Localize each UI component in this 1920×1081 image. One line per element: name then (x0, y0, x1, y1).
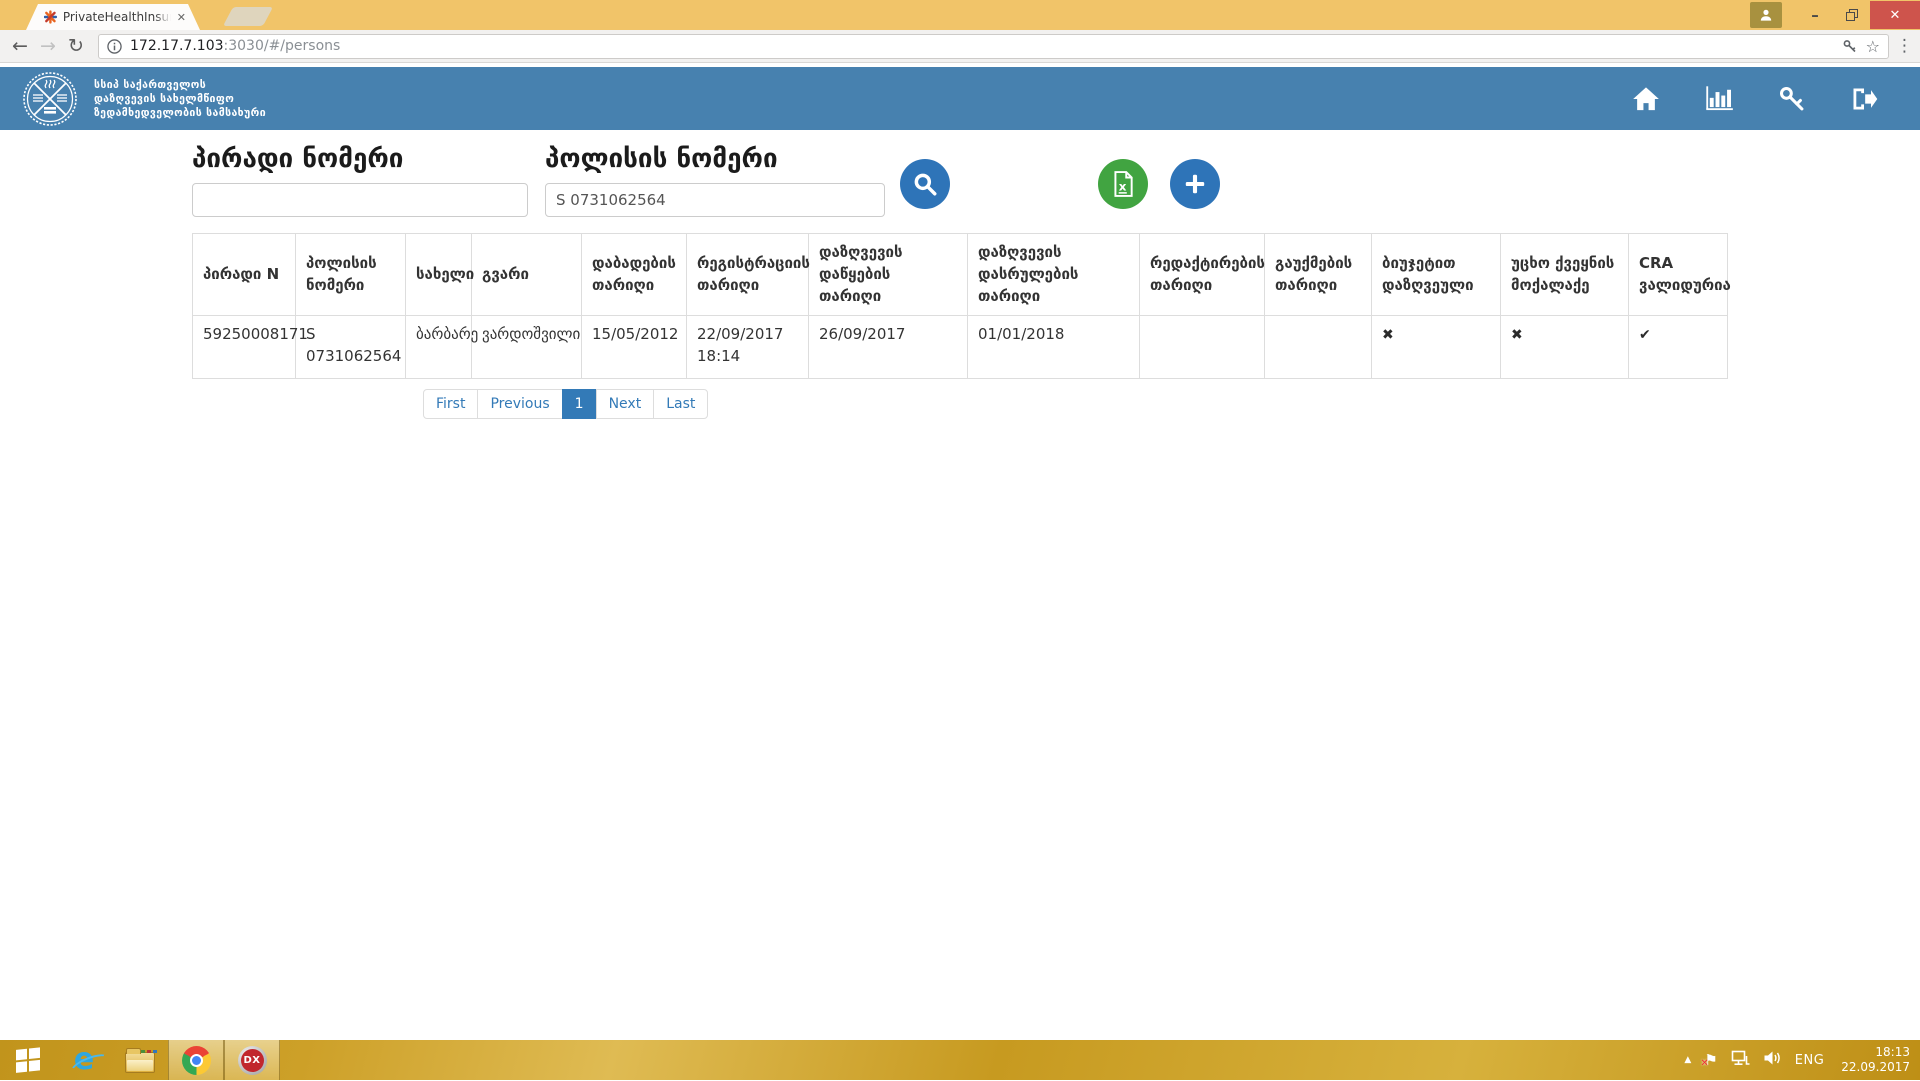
plus-icon (1182, 171, 1208, 197)
cell-cancel-date (1265, 316, 1372, 379)
policy-number-input[interactable] (545, 183, 885, 217)
clock-date: 22.09.2017 (1841, 1060, 1910, 1075)
person-icon (1759, 8, 1773, 22)
chrome-profile-button[interactable] (1750, 2, 1782, 28)
admin-key-icon[interactable] (1778, 86, 1806, 112)
table-row[interactable]: 59250008171 S 0731062564 ბარბარე ვარდოშვ… (193, 316, 1728, 379)
chrome-icon (182, 1046, 211, 1075)
col-cancel-date: გაუქმების თარიღი (1265, 234, 1372, 316)
svg-text:x: x (1119, 180, 1127, 194)
cell-insurance-start-date: 26/09/2017 (809, 316, 968, 379)
x-mark-icon: ✖ (1382, 327, 1394, 343)
col-insurance-end-date: დაზღვევის დასრულების თარიღი (968, 234, 1140, 316)
col-first-name: სახელი (406, 234, 472, 316)
browser-tab[interactable]: PrivateHealthInsuranceP ✕ (26, 4, 200, 30)
taskbar-file-explorer[interactable] (112, 1040, 168, 1080)
logout-icon[interactable] (1850, 86, 1878, 112)
taskbar-chrome[interactable] (168, 1040, 224, 1080)
network-icon[interactable] (1731, 1050, 1750, 1070)
taskbar-dx-app[interactable]: DX (224, 1040, 280, 1080)
col-cra-valid: CRA ვალიდურია (1629, 234, 1728, 316)
pagination: First Previous 1 Next Last (423, 389, 708, 419)
cell-policy-number: S 0731062564 (296, 316, 406, 379)
cell-last-name: ვარდოშვილი (472, 316, 582, 379)
cell-budget-insured: ✖ (1372, 316, 1501, 379)
web-page: სსიპ საქართველოს დაზღვევის სახელმწიფო ზე… (0, 64, 1920, 1040)
window-minimize-button[interactable]: – (1808, 6, 1822, 24)
cell-registration-date: 22/09/2017 18:14 (687, 316, 809, 379)
new-tab-button[interactable] (223, 7, 273, 26)
personal-number-input[interactable] (192, 183, 528, 217)
clock-time: 18:13 (1841, 1045, 1910, 1060)
favicon-asterisk-icon (44, 10, 57, 24)
windows-taskbar: e DX ▲ ⚑✕ ENG 18:13 22.09.2017 (0, 1040, 1920, 1080)
cell-birth-date: 15/05/2012 (582, 316, 687, 379)
chrome-menu-icon[interactable]: ⋮ (1896, 36, 1913, 56)
home-icon[interactable] (1632, 86, 1660, 112)
language-indicator[interactable]: ENG (1795, 1053, 1825, 1068)
excel-file-icon: x (1111, 171, 1135, 197)
refresh-button[interactable]: ↻ (62, 35, 90, 57)
statistics-chart-icon[interactable] (1704, 86, 1734, 112)
col-edit-date: რედაქტირების თარიღი (1140, 234, 1265, 316)
col-last-name: გვარი (472, 234, 582, 316)
org-logo (22, 71, 78, 127)
dx-app-icon: DX (238, 1046, 267, 1075)
cell-first-name: ბარბარე (406, 316, 472, 379)
col-policy-number: პოლისის ნომერი (296, 234, 406, 316)
col-registration-date: რეგისტრაციის თარიღი (687, 234, 809, 316)
export-excel-button[interactable]: x (1098, 159, 1148, 209)
policy-number-label: პოლისის ნომერი (545, 144, 778, 174)
personal-number-label: პირადი ნომერი (192, 144, 403, 174)
alert-x-icon: ✕ (1700, 1056, 1708, 1071)
system-tray: ▲ ⚑✕ ENG 18:13 22.09.2017 (1684, 1045, 1920, 1075)
browser-titlebar: PrivateHealthInsuranceP ✕ – ✕ (0, 0, 1920, 30)
password-key-icon[interactable] (1842, 38, 1858, 54)
cell-edit-date (1140, 316, 1265, 379)
action-center-flag-icon[interactable]: ⚑✕ (1704, 1053, 1717, 1068)
persons-table: პირადი N პოლისის ნომერი სახელი გვარი დაბ… (192, 233, 1728, 379)
address-bar[interactable]: 172.17.7.103:3030/#/persons ☆ (98, 34, 1889, 59)
volume-icon[interactable] (1763, 1050, 1782, 1070)
app-header: სსიპ საქართველოს დაზღვევის სახელმწიფო ზე… (0, 67, 1920, 130)
pagination-last[interactable]: Last (653, 389, 708, 419)
window-restore-button[interactable] (1846, 9, 1858, 21)
file-explorer-icon (125, 1052, 155, 1073)
windows-logo-icon (15, 1047, 41, 1073)
cell-foreign-citizen: ✖ (1501, 316, 1629, 379)
col-insurance-start-date: დაზღვევის დაწყების თარიღი (809, 234, 968, 316)
url-text: 172.17.7.103:3030/#/persons (130, 38, 1834, 54)
search-icon (912, 171, 938, 197)
table-header-row: პირადი N პოლისის ნომერი სახელი გვარი დაბ… (193, 234, 1728, 316)
col-budget-insured: ბიუჯეტით დაზღვეული (1372, 234, 1501, 316)
org-name: სსიპ საქართველოს დაზღვევის სახელმწიფო ზე… (94, 78, 266, 120)
pagination-first[interactable]: First (423, 389, 478, 419)
pagination-next[interactable]: Next (596, 389, 655, 419)
back-button[interactable]: ← (6, 35, 34, 57)
clock[interactable]: 18:13 22.09.2017 (1841, 1045, 1910, 1075)
internet-explorer-icon: e (74, 1046, 94, 1074)
col-personal-n: პირადი N (193, 234, 296, 316)
tab-title: PrivateHealthInsuranceP (63, 10, 171, 24)
tab-close-icon[interactable]: ✕ (177, 11, 186, 24)
pagination-previous[interactable]: Previous (477, 389, 562, 419)
forward-button[interactable]: → (34, 35, 62, 57)
window-close-button[interactable]: ✕ (1870, 1, 1920, 29)
add-person-button[interactable] (1170, 159, 1220, 209)
search-button[interactable] (900, 159, 950, 209)
col-birth-date: დაბადების თარიღი (582, 234, 687, 316)
check-mark-icon: ✔ (1639, 327, 1651, 343)
cell-personal-n: 59250008171 (193, 316, 296, 379)
cell-cra-valid: ✔ (1629, 316, 1728, 379)
pagination-page-1[interactable]: 1 (562, 389, 597, 419)
col-foreign-citizen: უცხო ქვეყნის მოქალაქე (1501, 234, 1629, 316)
show-hidden-icons-arrow[interactable]: ▲ (1684, 1055, 1691, 1065)
browser-toolbar: ← → ↻ 172.17.7.103:3030/#/persons ☆ ⋮ (0, 30, 1920, 63)
cell-insurance-end-date: 01/01/2018 (968, 316, 1140, 379)
x-mark-icon: ✖ (1511, 327, 1523, 343)
taskbar-internet-explorer[interactable]: e (56, 1040, 112, 1080)
start-button[interactable] (0, 1040, 56, 1080)
bookmark-star-icon[interactable]: ☆ (1866, 37, 1880, 56)
page-info-icon[interactable] (107, 39, 122, 54)
